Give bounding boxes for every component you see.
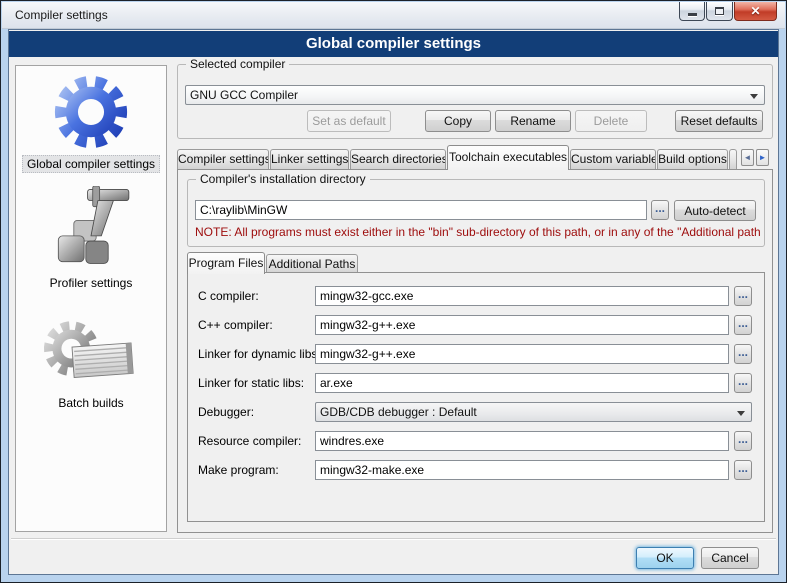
tab-clipped[interactable] xyxy=(729,149,737,169)
debugger-select[interactable]: GDB/CDB debugger : Default xyxy=(315,402,752,422)
make-program-browse-button[interactable]: ... xyxy=(734,460,752,480)
arrow-right-icon: ► xyxy=(759,153,767,162)
gear-stack-icon xyxy=(39,316,143,392)
reset-defaults-button[interactable]: Reset defaults xyxy=(675,110,763,132)
make-program-label: Make program: xyxy=(198,463,279,477)
resource-compiler-browse-button[interactable]: ... xyxy=(734,431,752,451)
tab-build-options[interactable]: Build options xyxy=(657,149,728,169)
set-as-default-button[interactable]: Set as default xyxy=(307,110,391,132)
dynamic-linker-browse-button[interactable]: ... xyxy=(734,344,752,364)
chevron-down-icon xyxy=(737,411,745,416)
arrow-left-icon: ◄ xyxy=(744,153,752,162)
program-files-panel: C compiler: ... C++ compiler: ... Linker… xyxy=(187,272,765,522)
cpp-compiler-browse-button[interactable]: ... xyxy=(734,315,752,335)
c-compiler-input[interactable] xyxy=(315,286,729,306)
sidebar-item-label: Profiler settings xyxy=(46,275,137,291)
tab-custom-variables[interactable]: Custom variables xyxy=(570,149,656,169)
debugger-label: Debugger: xyxy=(198,405,254,419)
autodetect-button[interactable]: Auto-detect xyxy=(674,200,756,221)
sidebar-item-profiler-settings[interactable]: Profiler settings xyxy=(16,186,166,291)
window-title: Compiler settings xyxy=(15,8,108,22)
maximize-icon xyxy=(715,7,724,15)
tab-scroll-left-button[interactable]: ◄ xyxy=(741,149,754,166)
subtab-program-files[interactable]: Program Files xyxy=(187,252,265,274)
c-compiler-label: C compiler: xyxy=(198,289,259,303)
minimize-button[interactable] xyxy=(679,2,705,21)
selected-compiler-group: Selected compiler GNU GCC Compiler Set a… xyxy=(177,64,773,139)
close-icon: ✕ xyxy=(750,4,760,18)
sidebar: Global compiler settings Profil xyxy=(15,65,167,532)
dynamic-linker-input[interactable] xyxy=(315,344,729,364)
sidebar-item-label: Batch builds xyxy=(54,395,127,411)
ok-button[interactable]: OK xyxy=(636,547,694,569)
install-dir-group-label: Compiler's installation directory xyxy=(196,172,370,186)
copy-button[interactable]: Copy xyxy=(425,110,491,132)
resource-compiler-label: Resource compiler: xyxy=(198,434,301,448)
install-dir-browse-button[interactable]: ... xyxy=(651,200,669,220)
maximize-button[interactable] xyxy=(706,2,733,21)
install-dir-note: NOTE: All programs must exist either in … xyxy=(195,225,760,239)
close-button[interactable]: ✕ xyxy=(734,2,777,21)
tab-scroll-right-button[interactable]: ► xyxy=(756,149,769,166)
static-linker-input[interactable] xyxy=(315,373,729,393)
footer-separator xyxy=(11,538,776,540)
tab-compiler-settings[interactable]: Compiler settings xyxy=(177,149,269,169)
blue-gear-icon xyxy=(47,72,135,152)
subtab-additional-paths[interactable]: Additional Paths xyxy=(266,254,358,273)
sidebar-item-batch-builds[interactable]: Batch builds xyxy=(16,316,166,411)
sub-tabstrip: Program Files Additional Paths xyxy=(187,251,359,273)
cpp-compiler-input[interactable] xyxy=(315,315,729,335)
make-program-input[interactable] xyxy=(315,460,729,480)
minimize-icon xyxy=(688,13,697,16)
static-linker-browse-button[interactable]: ... xyxy=(734,373,752,393)
static-linker-label: Linker for static libs: xyxy=(198,376,304,390)
dialog-content: Global compiler settings Global xyxy=(8,29,779,575)
titlebar: Compiler settings xyxy=(2,2,785,29)
window-controls: ✕ xyxy=(678,2,777,21)
calipers-icon xyxy=(48,186,134,272)
main-tabstrip: Compiler settings Linker settings Search… xyxy=(177,144,738,169)
tab-linker-settings[interactable]: Linker settings xyxy=(270,149,349,169)
install-dir-group: Compiler's installation directory ... Au… xyxy=(187,179,765,247)
install-dir-input[interactable] xyxy=(195,200,647,220)
compiler-settings-window: Compiler settings ✕ Global compiler sett… xyxy=(0,0,787,583)
page-title: Global compiler settings xyxy=(9,31,778,57)
compiler-select-value: GNU GCC Compiler xyxy=(190,88,298,102)
resource-compiler-input[interactable] xyxy=(315,431,729,451)
delete-button[interactable]: Delete xyxy=(575,110,647,132)
toolchain-panel: Compiler's installation directory ... Au… xyxy=(177,169,773,533)
debugger-select-value: GDB/CDB debugger : Default xyxy=(320,405,477,419)
selected-compiler-group-label: Selected compiler xyxy=(186,57,289,71)
chevron-down-icon xyxy=(750,94,758,99)
sidebar-item-global-compiler-settings[interactable]: Global compiler settings xyxy=(16,72,166,173)
compiler-select[interactable]: GNU GCC Compiler xyxy=(185,85,765,105)
tab-toolchain-executables[interactable]: Toolchain executables xyxy=(447,145,569,170)
tab-search-directories[interactable]: Search directories xyxy=(350,149,446,169)
cancel-button[interactable]: Cancel xyxy=(701,547,759,569)
rename-button[interactable]: Rename xyxy=(495,110,571,132)
cpp-compiler-label: C++ compiler: xyxy=(198,318,273,332)
c-compiler-browse-button[interactable]: ... xyxy=(734,286,752,306)
dynamic-linker-label: Linker for dynamic libs: xyxy=(198,347,321,361)
sidebar-item-label: Global compiler settings xyxy=(22,155,160,173)
